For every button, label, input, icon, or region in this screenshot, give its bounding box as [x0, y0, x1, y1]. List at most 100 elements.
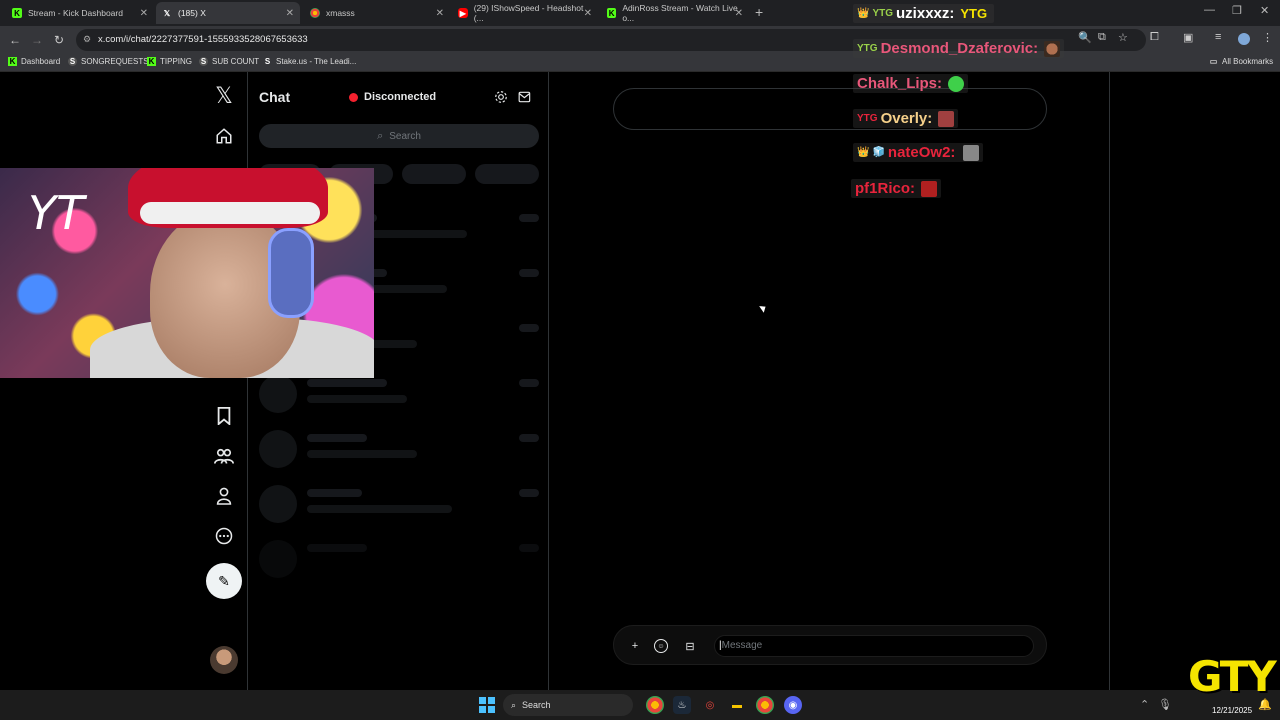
- account-avatar[interactable]: [210, 646, 238, 674]
- search-icon: ⌕: [511, 699, 517, 710]
- chat-list-pane: Chat Disconnected ⌕ Search: [249, 72, 549, 690]
- streamelements-icon: S: [199, 57, 208, 66]
- media-icon[interactable]: ≡: [1215, 31, 1221, 43]
- message-input[interactable]: |Message: [714, 635, 1034, 657]
- zoom-icon[interactable]: 🔍: [1078, 31, 1092, 44]
- plus-icon[interactable]: +: [626, 637, 644, 655]
- kick-icon: K: [607, 8, 617, 18]
- chrome-icon[interactable]: [756, 696, 774, 714]
- filter-pill[interactable]: [475, 164, 539, 184]
- discord-icon[interactable]: ◉: [784, 696, 802, 714]
- tab-kick-dashboard[interactable]: K Stream - Kick Dashboard ✕: [6, 2, 154, 24]
- x-sidebar: 𝕏 ✎: [200, 72, 248, 690]
- all-bookmarks[interactable]: ▭ All Bookmarks: [1209, 57, 1273, 66]
- photo-emote-icon: [963, 144, 980, 161]
- site-info-icon[interactable]: ⚙: [83, 34, 91, 45]
- windows-start-icon[interactable]: [479, 697, 495, 713]
- communities-icon[interactable]: [212, 444, 236, 468]
- app-icon[interactable]: ◎: [701, 696, 719, 714]
- microphone-icon[interactable]: 🎙: [1158, 698, 1172, 711]
- bookmark-sub-count[interactable]: S SUB COUNT: [199, 57, 259, 66]
- forward-icon[interactable]: →: [31, 33, 43, 47]
- media-icon[interactable]: ⊟: [681, 637, 699, 655]
- close-icon[interactable]: ✕: [584, 8, 592, 19]
- reload-icon[interactable]: ↻: [54, 33, 64, 47]
- ytg-badge-icon: YTG: [857, 113, 878, 124]
- taskbar-search[interactable]: ⌕ Search: [503, 694, 633, 716]
- santa-hat-brim: [140, 202, 320, 224]
- bookmark-tipping[interactable]: K TIPPING: [147, 57, 192, 66]
- search-input[interactable]: ⌕ Search: [259, 124, 539, 148]
- bookmarks-icon[interactable]: [212, 404, 236, 428]
- list-item[interactable]: [259, 483, 539, 523]
- install-icon[interactable]: ⧉: [1098, 31, 1106, 44]
- face-emote-icon: [1044, 40, 1061, 57]
- overlay-chat-message: YTG Desmond_Dzaferovic:: [853, 39, 1065, 58]
- conversation-header: [613, 88, 1047, 130]
- gif-icon[interactable]: ☺: [654, 639, 668, 653]
- ytg-emote-icon: YTG: [960, 6, 988, 21]
- list-item[interactable]: [259, 428, 539, 468]
- file-explorer-icon[interactable]: ▬: [728, 696, 746, 714]
- compose-post-button[interactable]: ✎: [206, 563, 242, 599]
- kick-icon: K: [147, 57, 156, 66]
- red-emote-icon: [921, 180, 937, 197]
- chrome-icon: [310, 8, 320, 18]
- folder-icon: ▭: [1209, 57, 1218, 66]
- crown-badge-icon: 👑: [857, 147, 870, 158]
- taskbar-date[interactable]: 12/21/2025: [1212, 706, 1252, 715]
- new-message-icon[interactable]: [517, 89, 533, 105]
- chrome-icon[interactable]: [646, 696, 664, 714]
- maximize-icon[interactable]: ❐: [1232, 4, 1242, 17]
- kick-icon: K: [12, 8, 22, 18]
- new-tab-button[interactable]: +: [755, 4, 763, 20]
- tab-adinross[interactable]: K AdinRoss Stream - Watch Live o... ✕: [601, 2, 749, 24]
- list-item[interactable]: [259, 373, 539, 413]
- back-icon[interactable]: ←: [9, 33, 21, 47]
- menu-icon[interactable]: ⋮: [1262, 31, 1273, 44]
- tray-chevron-icon[interactable]: ⌃: [1140, 698, 1149, 711]
- youtube-icon: ▶: [458, 8, 468, 18]
- close-window-icon[interactable]: ✕: [1260, 4, 1269, 17]
- settings-icon[interactable]: [493, 89, 509, 105]
- overlay-chat-message: 👑 YTG uzixxxz: YTG: [853, 4, 995, 23]
- close-icon[interactable]: ✕: [735, 8, 743, 19]
- sidebar-icon[interactable]: ▣: [1183, 31, 1193, 44]
- list-item[interactable]: [259, 538, 539, 578]
- page-title: Chat: [259, 89, 291, 105]
- crown-badge-icon: 👑: [857, 8, 870, 19]
- bookmark-stake[interactable]: S Stake.us - The Leadi...: [263, 57, 357, 66]
- close-icon[interactable]: ✕: [140, 8, 148, 19]
- cube-badge-icon: 🧊: [872, 147, 885, 158]
- url-text[interactable]: x.com/i/chat/2227377591-1555933528067653…: [98, 34, 308, 45]
- overlay-chat-message: pf1Rico:: [851, 179, 941, 198]
- gty-watermark-logo: GTY: [1188, 652, 1277, 701]
- steam-icon[interactable]: ♨: [673, 696, 691, 714]
- bookmark-songrequests[interactable]: S SONGREQUESTS: [68, 57, 149, 66]
- tab-x[interactable]: 𝕏 (185) X ✕: [156, 2, 300, 24]
- x-logo-icon[interactable]: 𝕏: [212, 84, 236, 109]
- home-icon[interactable]: [212, 124, 236, 148]
- extensions-icon[interactable]: ⧠: [1150, 31, 1159, 44]
- tab-xmasss[interactable]: xmasss ✕: [304, 2, 450, 24]
- close-icon[interactable]: ✕: [286, 8, 294, 19]
- close-icon[interactable]: ✕: [436, 8, 444, 19]
- neon-sign-decoration: YT: [28, 186, 85, 240]
- tab-ishowspeed[interactable]: ▶ (29) IShowSpeed - Headshot (... ✕: [452, 2, 598, 24]
- filter-pill[interactable]: [402, 164, 466, 184]
- minimize-icon[interactable]: —: [1204, 4, 1215, 16]
- x-icon: 𝕏: [163, 8, 171, 18]
- overlay-chat-message: Chalk_Lips:: [853, 74, 969, 93]
- profile-avatar[interactable]: [1238, 33, 1250, 45]
- streamelements-icon: S: [68, 57, 77, 66]
- bookmark-dashboard[interactable]: K Dashboard: [8, 57, 60, 66]
- bookmark-star-icon[interactable]: ☆: [1118, 31, 1128, 44]
- more-icon[interactable]: [212, 524, 236, 548]
- profile-icon[interactable]: [212, 484, 236, 508]
- headset: [268, 228, 314, 318]
- bookmarks-bar: K Dashboard S SONGREQUESTS K TIPPING S S…: [0, 54, 1280, 72]
- stake-icon: S: [264, 57, 271, 66]
- connection-status: Disconnected: [349, 91, 436, 103]
- webcam-overlay: YT: [0, 168, 374, 378]
- red-emote-icon: [938, 110, 955, 127]
